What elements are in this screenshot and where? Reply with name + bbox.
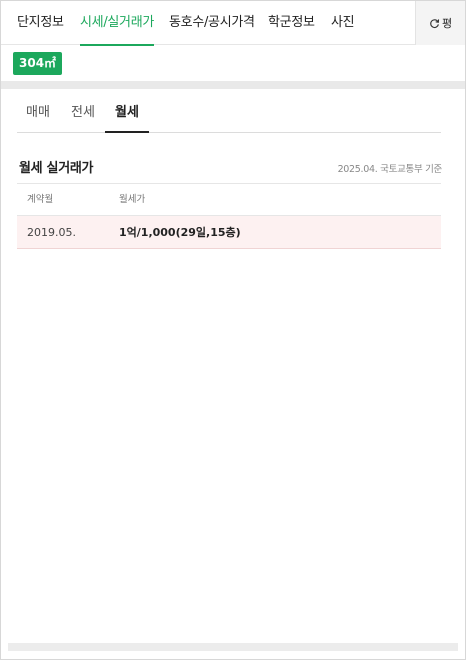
table-row[interactable]: 2019.05. 1억/1,000(29일,15층) xyxy=(17,216,441,249)
data-reference-note: 2025.04. 국토교통부 기준 xyxy=(337,164,443,175)
top-tab-bar: 단지정보 시세/실거래가 동호수/공시가격 학군정보 사진 평 xyxy=(1,1,465,46)
column-header-rent-price: 월세가 xyxy=(119,194,146,205)
tab-jeonse[interactable]: 전세 xyxy=(62,99,104,132)
tab-monthly-rent[interactable]: 월세 xyxy=(105,99,149,133)
deal-type-tabs: 매매 전세 월세 xyxy=(17,99,441,133)
row-rent-price: 1억/1,000(29일,15층) xyxy=(119,226,241,239)
section-title: 월세 실거래가 xyxy=(19,161,94,176)
unit-toggle-label: 평 xyxy=(441,17,453,30)
section-divider xyxy=(1,81,465,89)
column-header-contract-month: 계약월 xyxy=(27,194,54,205)
row-contract-month: 2019.05. xyxy=(27,226,76,239)
unit-toggle-button[interactable]: 평 xyxy=(415,1,465,45)
table-header: 계약월 월세가 xyxy=(17,183,441,216)
tab-school-info[interactable]: 학군정보 xyxy=(268,1,315,45)
tab-sale[interactable]: 매매 xyxy=(17,99,59,132)
transaction-table: 계약월 월세가 2019.05. 1억/1,000(29일,15층) xyxy=(17,183,441,249)
tab-unit-official-price[interactable]: 동호수/공시가격 xyxy=(169,1,255,45)
tab-price-transactions[interactable]: 시세/실거래가 xyxy=(80,1,154,46)
area-badge[interactable]: 304㎡ xyxy=(13,52,63,75)
tab-complex-info[interactable]: 단지정보 xyxy=(17,1,64,45)
bottom-scroll-track xyxy=(8,643,458,651)
refresh-icon xyxy=(429,18,440,29)
tab-photos[interactable]: 사진 xyxy=(331,1,355,45)
